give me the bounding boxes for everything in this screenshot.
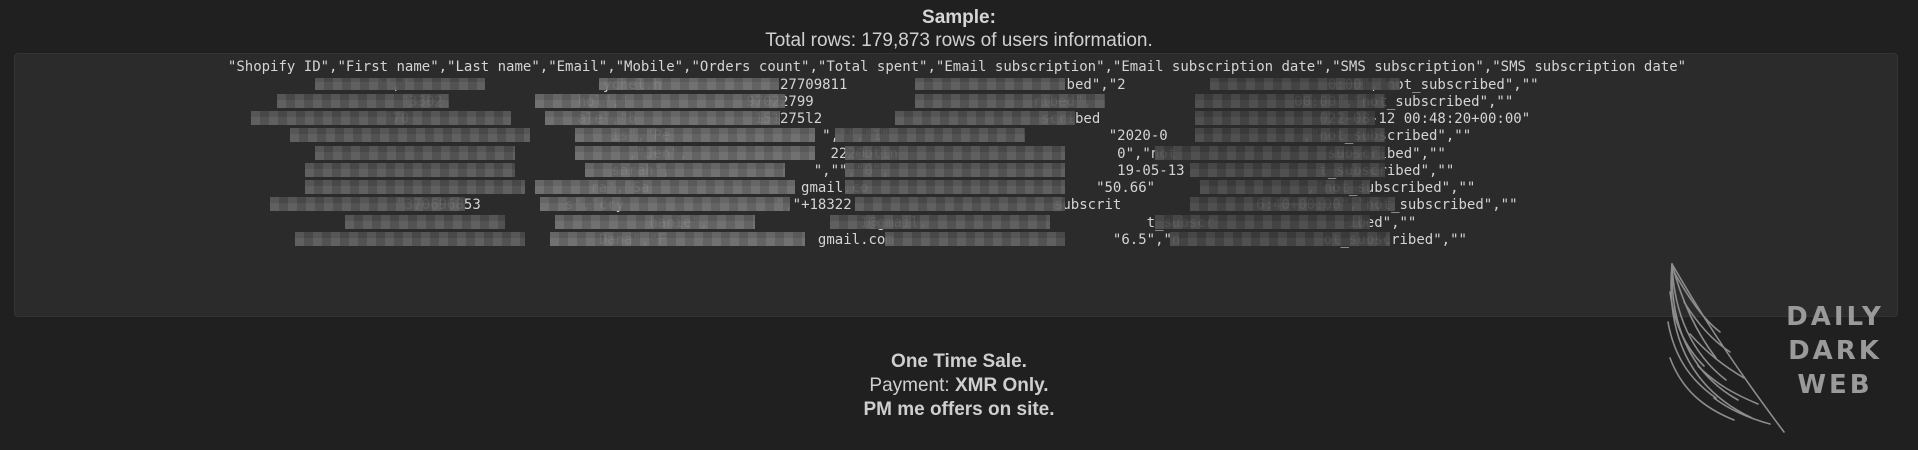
redacted-block	[1190, 197, 1395, 211]
redacted-block	[535, 180, 795, 194]
redacted-block	[540, 197, 790, 211]
redacted-block	[345, 215, 505, 229]
redacted-block	[895, 111, 1075, 125]
redacted-block	[1170, 232, 1390, 246]
redacted-block	[1155, 215, 1370, 229]
redacted-block	[1200, 180, 1370, 194]
sample-header: Sample: Total rows: 179,873 rows of user…	[0, 6, 1918, 52]
redacted-block	[575, 128, 815, 142]
watermark-word: DAILY	[1786, 302, 1884, 332]
redacted-block	[270, 197, 465, 211]
redacted-block	[315, 78, 485, 90]
redacted-block	[845, 163, 1065, 177]
sale-type-text: One Time Sale.	[891, 351, 1027, 372]
redacted-block	[290, 128, 530, 142]
redacted-block	[295, 232, 525, 246]
redacted-block	[885, 232, 1065, 246]
redacted-block	[555, 215, 755, 229]
redacted-block	[845, 146, 1065, 160]
redacted-block	[1195, 94, 1385, 108]
redacted-block	[855, 197, 1065, 211]
redacted-block	[1155, 146, 1385, 160]
redacted-block	[845, 180, 1065, 194]
payment-line: Payment: XMR Only.	[0, 374, 1918, 398]
payment-label: Payment:	[869, 375, 950, 396]
redacted-block	[277, 94, 449, 108]
redacted-block	[305, 163, 515, 177]
watermark-word: WEB	[1797, 370, 1873, 400]
redacted-block	[1195, 111, 1375, 125]
redacted-block	[550, 232, 805, 246]
watermark-word: DARK	[1788, 336, 1882, 366]
redacted-block	[835, 128, 1025, 142]
redacted-block	[1210, 78, 1400, 90]
sample-title: Sample:	[922, 7, 996, 28]
redacted-block	[1195, 128, 1385, 142]
redacted-block	[315, 146, 515, 160]
redacted-block	[830, 215, 1050, 229]
total-rows-text: Total rows: 179,873 rows of users inform…	[765, 30, 1153, 51]
daily-dark-web-watermark: DAILY DARK WEB	[1664, 262, 1914, 440]
redacted-block	[535, 94, 785, 108]
redacted-block	[915, 78, 1065, 90]
redacted-block	[599, 78, 779, 90]
redacted-block	[545, 111, 780, 125]
redacted-block	[915, 94, 1105, 108]
redacted-block	[1190, 163, 1385, 177]
redacted-block	[251, 111, 511, 125]
redacted-block	[585, 163, 785, 177]
redacted-block	[575, 146, 815, 160]
contact-text: PM me offers on site.	[863, 399, 1055, 420]
data-sample-code-block: "Shopify ID","First name","Last name","E…	[14, 53, 1898, 317]
sale-info: One Time Sale. Payment: XMR Only. PM me …	[0, 350, 1918, 422]
redacted-block	[305, 180, 525, 194]
payment-value: XMR Only.	[954, 375, 1049, 396]
